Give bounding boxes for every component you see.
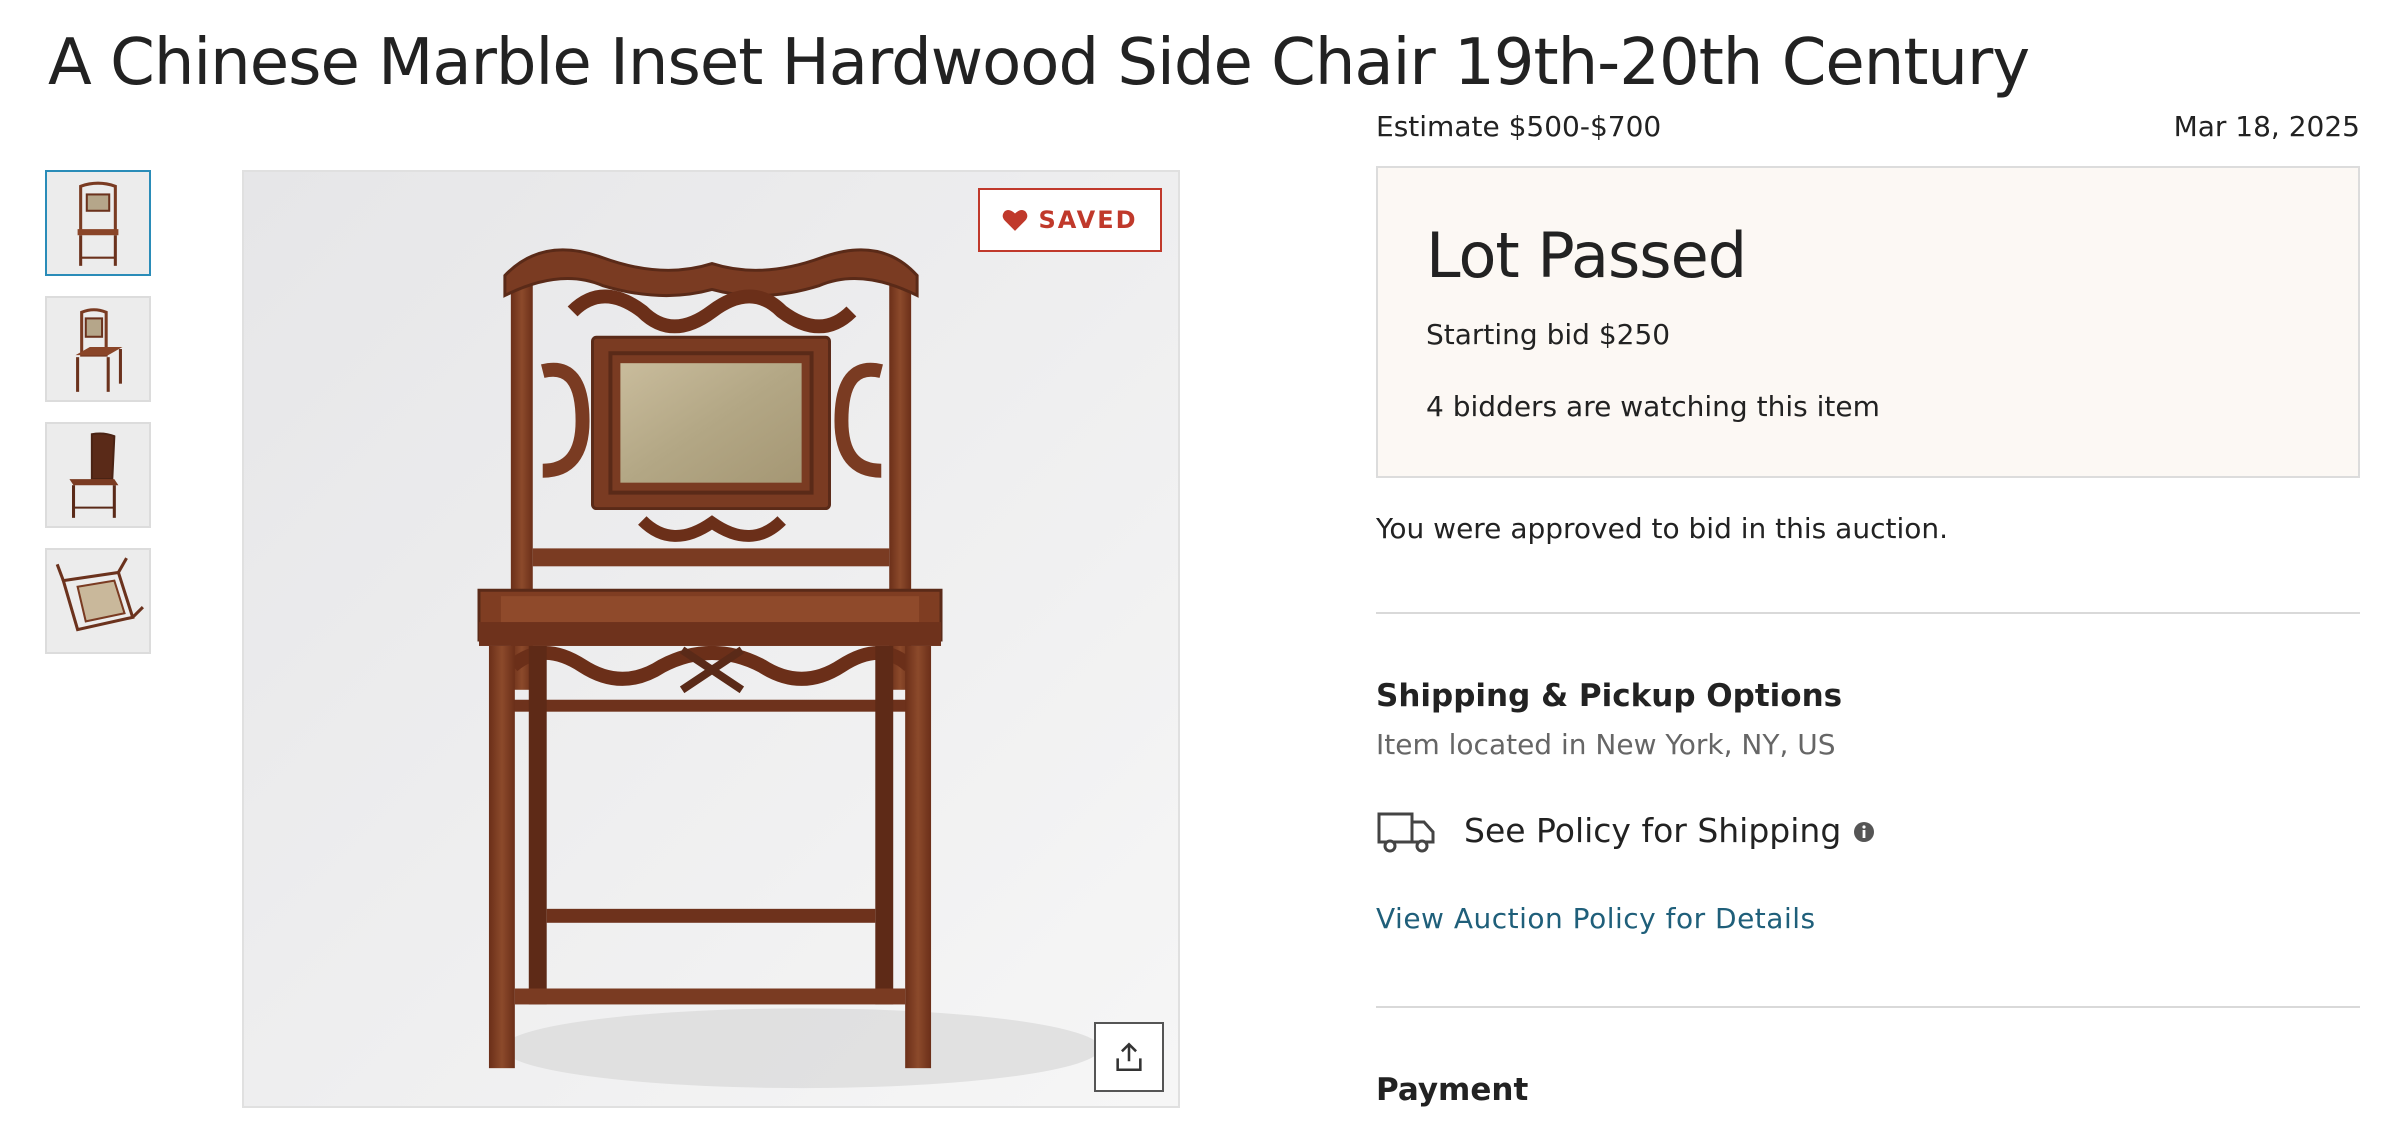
- info-icon[interactable]: [1853, 821, 1875, 843]
- shipping-policy-text[interactable]: See Policy for Shipping: [1464, 811, 1841, 850]
- chair-side-thumbnail-image: [47, 424, 149, 526]
- estimate-text: Estimate $500-$700: [1376, 110, 1662, 143]
- truck-icon: [1377, 812, 1435, 853]
- section-divider: [1376, 612, 2360, 614]
- section-divider: [1376, 1006, 2360, 1008]
- thumbnail-side-view[interactable]: [45, 422, 151, 528]
- saved-button[interactable]: SAVED: [978, 188, 1162, 252]
- estimate-row: Estimate $500-$700 Mar 18, 2025: [1376, 110, 2360, 150]
- thumbnail-front-view[interactable]: [45, 170, 151, 276]
- starting-bid: Starting bid $250: [1426, 318, 1671, 351]
- item-location: Item located in New York, NY, US: [1376, 728, 1836, 761]
- watchers-count: 4 bidders are watching this item: [1426, 390, 1880, 423]
- chair-underside-thumbnail-image: [47, 550, 149, 652]
- chair-angled-thumbnail-image: [47, 298, 149, 400]
- payment-heading: Payment: [1376, 1072, 1529, 1108]
- page-title: A Chinese Marble Inset Hardwood Side Cha…: [48, 26, 2030, 100]
- lot-status-box: Lot Passed Starting bid $250 4 bidders a…: [1376, 166, 2360, 478]
- chair-front-thumbnail-image: [47, 172, 149, 274]
- auction-policy-link[interactable]: View Auction Policy for Details: [1376, 902, 1816, 935]
- thumbnail-underside-view[interactable]: [45, 548, 151, 654]
- lot-details-panel: Estimate $500-$700 Mar 18, 2025 Lot Pass…: [1376, 110, 2360, 1108]
- main-product-image[interactable]: SAVED: [242, 170, 1180, 1108]
- thumbnail-angled-view[interactable]: [45, 296, 151, 402]
- sale-date: Mar 18, 2025: [2173, 110, 2360, 143]
- shipping-policy-row[interactable]: See Policy for Shipping: [1376, 800, 1875, 860]
- hardwood-side-chair-photo: [244, 172, 1178, 1106]
- share-button[interactable]: [1094, 1022, 1164, 1092]
- heart-icon: [1003, 210, 1028, 231]
- shipping-heading: Shipping & Pickup Options: [1376, 678, 1843, 714]
- share-icon: [1116, 1042, 1142, 1072]
- saved-label: SAVED: [1038, 206, 1138, 234]
- bid-approval-message: You were approved to bid in this auction…: [1376, 512, 1949, 545]
- lot-status-title: Lot Passed: [1426, 219, 1747, 292]
